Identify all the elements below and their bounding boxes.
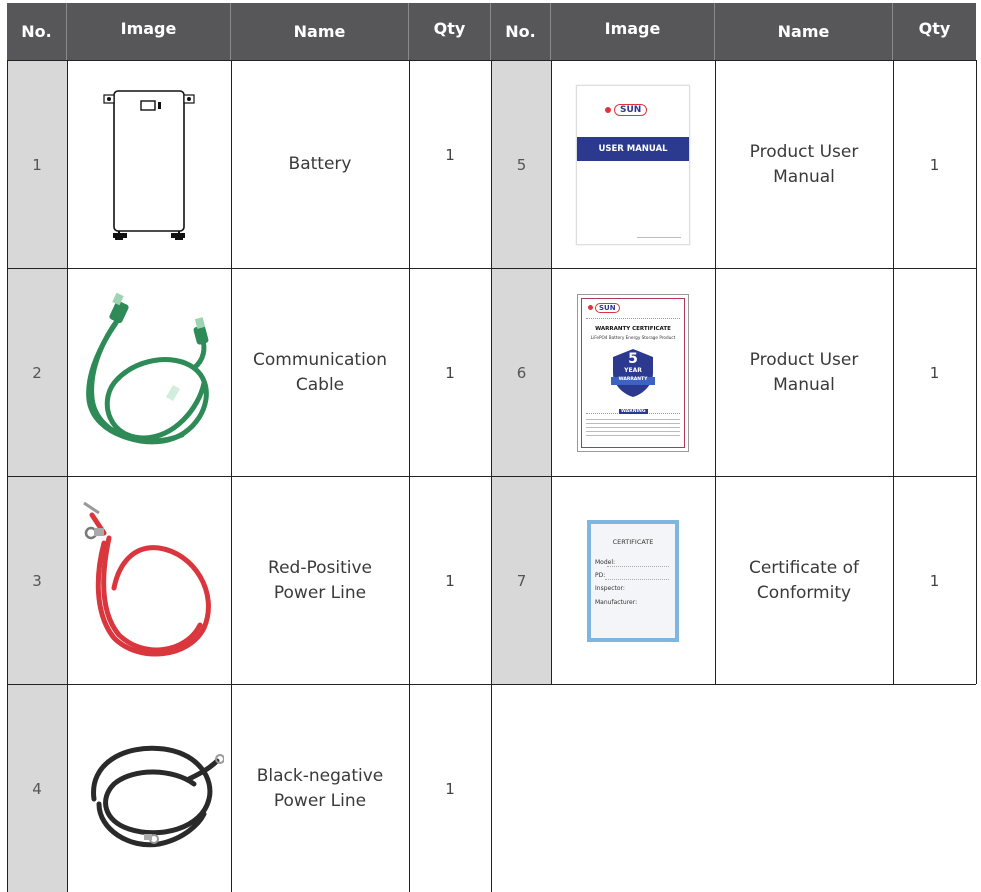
item-name-line: Conformity — [756, 582, 852, 603]
certificate-field: Inspector: — [595, 584, 625, 592]
red-power-cable-icon — [67, 477, 231, 684]
header-no-left: No. — [7, 3, 67, 60]
row-number-4: 4 — [7, 685, 67, 892]
item-name-line: Manual — [773, 374, 835, 395]
header-image-right: Image — [551, 3, 715, 60]
item-name-line: Cable — [295, 374, 345, 395]
grid-line — [715, 60, 716, 684]
grid-line — [893, 60, 894, 684]
grid-line — [231, 60, 232, 892]
item-name-line: Product User — [749, 349, 859, 370]
row-number-6: 6 — [492, 269, 551, 476]
warranty-title: WARRANTY CERTIFICATE — [595, 325, 671, 332]
header-name-left: Name — [231, 3, 409, 60]
item-name-line: Product User — [749, 141, 859, 162]
header-image-left: Image — [67, 3, 231, 60]
warranty-warning: WARNING — [619, 408, 648, 414]
item-qty-7: 1 — [929, 571, 940, 590]
item-name-line: Black-negative — [256, 765, 384, 786]
manual-footer-line — [637, 236, 681, 238]
item-qty-3: 1 — [445, 571, 455, 590]
grid-line — [409, 60, 410, 892]
grid-line — [7, 60, 8, 892]
item-qty-1: 1 — [445, 145, 455, 164]
sun-logo: SUN — [595, 302, 620, 313]
manual-banner: USER MANUAL — [577, 136, 689, 161]
sun-logo-dot-icon — [605, 106, 611, 113]
warranty-ribbon: WARRANTY — [618, 376, 648, 382]
grid-line — [976, 60, 977, 684]
warranty-fine-print — [586, 418, 680, 439]
grid-line — [67, 60, 68, 892]
item-name-line: Certificate of — [748, 557, 860, 578]
sun-logo-dot-icon — [588, 305, 593, 310]
certificate-field: Model: — [595, 558, 616, 566]
row-number-1: 1 — [7, 61, 67, 268]
header-no-right: No. — [491, 3, 551, 60]
sun-logo: SUN — [614, 103, 648, 116]
item-name-6: Product User Manual — [715, 269, 893, 476]
item-name-4: Black-negative Power Line — [231, 685, 409, 892]
row-number-5: 5 — [492, 61, 551, 268]
conformity-certificate-icon: CERTIFICATE Model: PD: Inspector: Manufa… — [551, 477, 715, 684]
certificate-field: Manufacturer: — [595, 598, 638, 606]
header-qty-left: Qty — [409, 3, 491, 60]
item-qty-2: 1 — [445, 363, 455, 382]
battery-pack-icon — [67, 61, 231, 268]
user-manual-booklet-icon: SUN USER MANUAL — [551, 61, 715, 268]
item-qty-5: 1 — [929, 155, 940, 174]
warranty-subtitle: LiFePO4 Battery Energy Storage Product — [590, 334, 676, 340]
item-name-3: Red-Positive Power Line — [231, 477, 409, 684]
header-qty-right: Qty — [893, 3, 976, 60]
green-ethernet-cable-icon — [67, 269, 231, 476]
warranty-years: 5 — [628, 350, 638, 367]
grid-line — [491, 60, 492, 892]
item-name-7: Certificate of Conformity — [715, 477, 893, 684]
item-name-2: Communication Cable — [231, 269, 409, 476]
black-power-cable-icon — [67, 685, 231, 892]
warranty-certificate-icon: SUN WARRANTY CERTIFICATE LiFePO4 Battery… — [551, 269, 715, 476]
item-name-line: Red-Positive — [268, 557, 372, 578]
item-name-line: Battery — [288, 154, 352, 174]
item-name-1: Battery — [231, 61, 409, 268]
row-number-7: 7 — [492, 477, 551, 684]
grid-line — [551, 60, 552, 684]
item-name-5: Product User Manual — [715, 61, 893, 268]
header-name-right: Name — [715, 3, 893, 60]
item-qty-4: 1 — [445, 779, 455, 798]
certificate-title: CERTIFICATE — [612, 537, 654, 546]
item-name-line: Communication — [253, 349, 387, 370]
certificate-field: PD: — [595, 571, 606, 579]
item-name-line: Power Line — [273, 790, 367, 811]
row-number-2: 2 — [7, 269, 67, 476]
item-name-line: Power Line — [273, 582, 367, 603]
warranty-year-label: YEAR — [624, 366, 642, 374]
item-qty-6: 1 — [929, 363, 940, 382]
item-name-line: Manual — [773, 166, 835, 187]
row-number-3: 3 — [7, 477, 67, 684]
